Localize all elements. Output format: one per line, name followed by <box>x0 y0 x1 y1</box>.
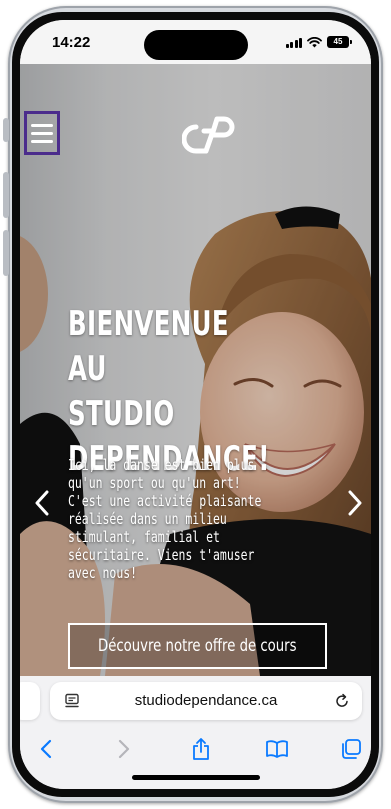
dynamic-island <box>144 30 248 60</box>
volume-down-button <box>3 230 9 276</box>
address-bar-area: studiodependance.ca <box>20 676 371 726</box>
battery-icon: 45 <box>327 36 352 48</box>
url-text: studiodependance.ca <box>134 692 278 709</box>
status-icons: 45 <box>285 36 352 48</box>
address-bar[interactable]: studiodependance.ca <box>50 682 362 720</box>
forward-button[interactable] <box>111 736 137 762</box>
chevron-right-icon[interactable] <box>345 488 365 518</box>
action-button <box>3 118 9 142</box>
browser-toolbar <box>20 726 371 789</box>
hero-section: BIENVENUE AU STUDIO DEPENDANCE! Ici, la … <box>20 64 371 676</box>
status-time: 14:22 <box>52 34 91 51</box>
share-button[interactable] <box>188 736 214 762</box>
share-icon <box>193 738 209 760</box>
cellular-signal-icon <box>285 37 302 48</box>
wifi-icon <box>307 36 322 47</box>
studio-logo[interactable] <box>182 115 238 155</box>
chevron-left-icon[interactable] <box>32 488 52 518</box>
menu-toggle-button[interactable] <box>24 111 60 155</box>
home-indicator <box>132 775 260 780</box>
hero-intro-text: Ici, la danse est bien plus qu'un sport … <box>68 456 262 582</box>
hamburger-menu-icon <box>31 123 53 127</box>
tabs-button[interactable] <box>338 736 364 762</box>
bookmarks-button[interactable] <box>264 736 290 762</box>
tabs-icon <box>342 739 361 759</box>
hero-headline: BIENVENUE AU STUDIO DEPENDANCE! <box>68 304 270 479</box>
back-button[interactable] <box>33 736 59 762</box>
book-icon <box>266 740 288 758</box>
back-arrow-icon <box>40 739 52 759</box>
status-bar: 14:22 45 <box>20 20 371 64</box>
cta-label: Découvre notre offre de cours <box>98 636 297 656</box>
volume-up-button <box>3 172 9 218</box>
forward-arrow-icon <box>118 739 130 759</box>
screen: 14:22 45 BIENVENUE AU STUDIO DEPENDANCE!… <box>20 20 371 789</box>
reload-icon[interactable] <box>334 693 350 709</box>
cta-courses-button[interactable]: Découvre notre offre de cours <box>68 623 327 669</box>
previous-tab-edge[interactable] <box>20 682 40 720</box>
